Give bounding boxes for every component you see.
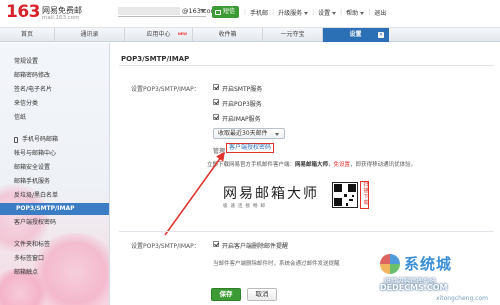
sidebar-item-mail-rules[interactable]: 来信分类	[0, 98, 109, 109]
mail-logo[interactable]: 163 网易免费邮 mail.163.com	[6, 2, 82, 22]
cancel-button[interactable]: 取消	[247, 288, 277, 301]
top-links: | 手机邮 | 升级服务 | 设置 | 帮助 | 退出	[240, 6, 386, 18]
help-link[interactable]: 帮助	[346, 8, 365, 17]
sidebar-item-antispam[interactable]: 反垃圾/黑白名单	[0, 190, 109, 201]
help-label: 帮助	[346, 9, 359, 17]
phone-icon	[14, 137, 18, 143]
sidebar-item-mobile-service[interactable]: 邮箱手机服务	[0, 176, 109, 187]
chevron-down-icon	[200, 9, 206, 13]
tab-settings[interactable]: 设置 ✕	[323, 28, 389, 42]
tab-home[interactable]: 首页	[0, 28, 55, 42]
sidebar-item-multi-tab[interactable]: 多标签窗口	[0, 253, 109, 264]
tab-label: 一元夺宝	[280, 31, 305, 38]
sms-button[interactable]: 短信	[212, 6, 240, 18]
tab-inbox[interactable]: 收件箱	[193, 28, 263, 42]
divider: |	[340, 8, 343, 16]
watermark-title: 系统城	[404, 255, 453, 273]
divider: |	[272, 8, 275, 16]
settings-label: 设置	[318, 9, 331, 17]
upgrade-label: 升级服务	[278, 9, 303, 17]
account-name-redacted	[118, 7, 180, 15]
save-button[interactable]: 保存	[211, 288, 241, 301]
logout-link[interactable]: 退出	[374, 8, 386, 17]
sidebar-item-client-auth-password[interactable]: 客户端授权密码	[0, 217, 109, 228]
mobile-mail-link[interactable]: 手机邮	[250, 8, 268, 17]
tab-label: 应用中心	[146, 31, 171, 38]
message-icon	[215, 9, 221, 15]
tab-app-center[interactable]: 应用中心 NEW	[125, 28, 193, 42]
second-settings-label: 设置POP3/SMTP/IMAP：	[131, 243, 200, 250]
settings-link[interactable]: 设置	[318, 8, 337, 17]
divider: |	[368, 8, 371, 16]
divider: |	[312, 8, 315, 16]
divider	[119, 231, 494, 232]
sidebar-item-stationery[interactable]: 信纸	[0, 112, 109, 123]
chevron-down-icon	[360, 11, 365, 15]
sidebar-item-general[interactable]: 常规设置	[0, 56, 109, 67]
delete-reminder-note: 当邮件客户端删除邮件时，系统会通过邮件发送提醒	[213, 261, 340, 267]
delete-reminder-label: 开启客户端删除邮件提醒	[222, 243, 289, 250]
upgrade-link[interactable]: 升级服务	[278, 8, 309, 17]
tab-label: 首页	[20, 31, 33, 38]
chevron-down-icon	[304, 11, 309, 15]
watermark-line2: DEDECMS.COM	[380, 283, 448, 292]
delete-reminder-checkbox[interactable]	[213, 241, 219, 247]
sidebar-item-pop3-smtp-imap[interactable]: POP3/SMTP/IMAP	[0, 203, 109, 215]
sidebar-item-account-center[interactable]: 帐号与邮箱中心	[0, 148, 109, 159]
tab-label: 通讯录	[80, 31, 99, 38]
tab-one-yuan[interactable]: 一元夺宝	[263, 28, 323, 42]
chevron-down-icon	[332, 11, 337, 15]
tab-contacts[interactable]: 通讯录	[55, 28, 125, 42]
sidebar-item-touchpoint[interactable]: 邮箱触点	[0, 267, 109, 278]
tab-label: 设置	[349, 31, 362, 38]
sms-label: 短信	[223, 8, 236, 15]
sidebar-item-label: 手机号码邮箱	[22, 136, 59, 143]
watermark-line3: xitongcheng.com	[436, 295, 488, 302]
divider: |	[244, 8, 247, 16]
sidebar-item-folders-tags[interactable]: 文件夹和标签	[0, 239, 109, 250]
sidebar-item-security[interactable]: 邮箱安全设置	[0, 162, 109, 173]
sidebar-item-password[interactable]: 邮箱密码修改	[0, 70, 109, 81]
logo-domain: mail.163.com	[42, 15, 80, 21]
settings-sidebar: 常规设置 邮箱密码修改 签名/电子名片 来信分类 信纸 手机号码邮箱 帐号与邮箱…	[0, 43, 110, 305]
tab-label: 收件箱	[218, 31, 237, 38]
logo-number: 163	[6, 2, 41, 22]
main-tabs: 首页 通讯录 应用中心 NEW 收件箱 一元夺宝 设置 ✕	[0, 28, 500, 42]
sidebar-item-signature[interactable]: 签名/电子名片	[0, 84, 109, 95]
account-selector[interactable]: @163.com	[118, 6, 217, 17]
watermark-logo-icon	[380, 254, 400, 274]
top-bar: 163 网易免费邮 mail.163.com @163.com 短信 | 手机邮…	[0, 0, 500, 28]
close-icon[interactable]: ✕	[378, 32, 384, 38]
sidebar-item-mobile-mailbox[interactable]: 手机号码邮箱	[0, 134, 109, 145]
new-badge: NEW	[177, 32, 187, 36]
